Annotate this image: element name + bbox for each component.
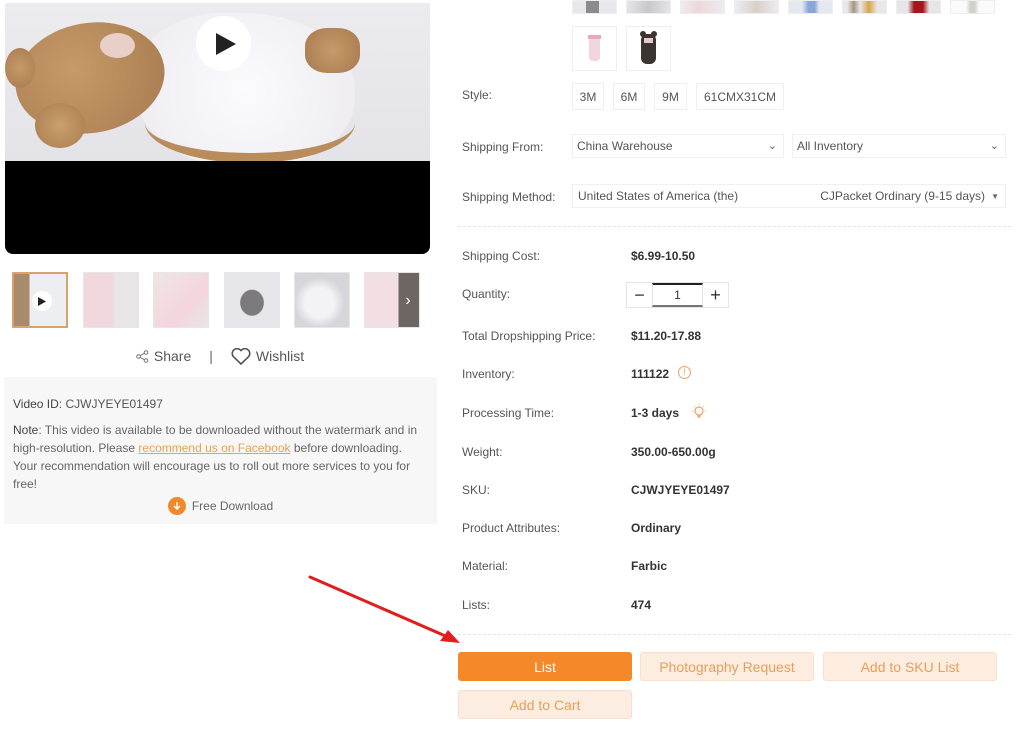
variant-option[interactable] <box>788 0 833 14</box>
caret-down-icon: ▼ <box>991 192 999 201</box>
style-option-9m[interactable]: 9M <box>654 83 687 110</box>
inventory-select-value: All Inventory <box>797 139 864 153</box>
lightbulb-icon[interactable] <box>691 403 707 420</box>
add-to-sku-list-button[interactable]: Add to SKU List <box>823 652 997 681</box>
chevron-right-icon[interactable]: › <box>401 291 415 311</box>
attributes-label: Product Attributes: <box>462 521 561 535</box>
warehouse-select[interactable]: China Warehouse ⌄ <box>572 134 784 158</box>
processing-time-label: Processing Time: <box>462 406 555 420</box>
wishlist-button[interactable]: Wishlist <box>231 347 305 365</box>
processing-time-value: 1-3 days <box>631 406 680 420</box>
product-image-sleeve <box>305 28 360 73</box>
variant-option[interactable] <box>626 0 671 14</box>
video-info-panel: Video ID: CJWJYEYE01497 Note: This video… <box>4 377 437 524</box>
divider <box>458 226 1011 227</box>
play-button[interactable] <box>196 16 251 71</box>
inventory-select[interactable]: All Inventory ⌄ <box>792 134 1006 158</box>
style-label: Style: <box>462 88 493 102</box>
free-download-label: Free Download <box>191 499 274 513</box>
thumbnail-image[interactable] <box>224 272 280 328</box>
product-image-bear-ear <box>35 103 85 148</box>
product-image-baby <box>100 33 135 58</box>
thumbnail-strip: › <box>12 272 420 328</box>
thumbnail-image[interactable]: › <box>364 272 420 328</box>
sku-label: SKU: <box>462 483 491 497</box>
free-download-button[interactable]: Free Download <box>4 497 437 515</box>
video-note: Note: This video is available to be down… <box>13 421 428 493</box>
shipping-method-value: CJPacket Ordinary (9-15 days) <box>820 189 985 203</box>
share-wishlist-row: Share | Wishlist <box>0 345 440 367</box>
weight-label: Weight: <box>462 445 503 459</box>
total-price-value: $11.20-17.88 <box>631 329 702 343</box>
shipping-method-select[interactable]: United States of America (the) CJPacket … <box>572 184 1006 208</box>
play-icon <box>215 32 236 55</box>
thumbnail-image[interactable] <box>83 272 139 328</box>
sku-value: CJWJYEYE01497 <box>631 483 730 497</box>
thumbnail-video[interactable] <box>12 272 68 328</box>
variant-option[interactable] <box>950 0 995 14</box>
quantity-increment-button[interactable]: + <box>703 283 728 307</box>
inventory-label: Inventory: <box>462 367 515 381</box>
variant-option-pink[interactable] <box>572 26 617 71</box>
heart-icon <box>231 347 251 365</box>
video-id: Video ID: CJWJYEYE01497 <box>13 395 428 413</box>
video-id-value: CJWJYEYE01497 <box>65 397 163 411</box>
variant-option[interactable] <box>734 0 779 14</box>
share-label: Share <box>153 348 192 364</box>
chevron-down-icon: ⌄ <box>767 140 777 152</box>
chevron-down-icon: ⌄ <box>989 140 999 152</box>
product-image-bear-ear <box>5 48 35 88</box>
product-image-trim <box>145 83 355 161</box>
variant-option[interactable] <box>842 0 887 14</box>
share-separator: | <box>209 348 213 364</box>
video-player[interactable] <box>5 3 430 254</box>
style-option-61cmx31cm[interactable]: 61CMX31CM <box>696 83 784 110</box>
quantity-input[interactable] <box>652 283 703 307</box>
shipping-cost-label: Shipping Cost: <box>462 249 541 263</box>
shipping-cost-value: $6.99-10.50 <box>631 249 696 263</box>
note-label: Note <box>13 423 39 437</box>
photography-request-button[interactable]: Photography Request <box>640 652 814 681</box>
thumbnail-image[interactable] <box>294 272 350 328</box>
share-icon <box>136 349 149 363</box>
variant-option[interactable] <box>896 0 941 14</box>
video-id-label: Video ID: <box>13 397 63 411</box>
shipping-from-label: Shipping From: <box>462 140 544 154</box>
wishlist-label: Wishlist <box>255 348 305 364</box>
weight-value: 350.00-650.00g <box>631 445 716 459</box>
quantity-stepper: − + <box>626 282 729 308</box>
quantity-label: Quantity: <box>462 287 511 301</box>
warehouse-select-value: China Warehouse <box>577 139 673 153</box>
attributes-value: Ordinary <box>631 521 682 535</box>
shipping-method-label: Shipping Method: <box>462 190 556 204</box>
annotation-arrow <box>308 575 460 643</box>
thumbnail-image[interactable] <box>153 272 209 328</box>
style-option-6m[interactable]: 6M <box>613 83 645 110</box>
play-icon <box>32 291 52 311</box>
variant-option-brown[interactable] <box>626 26 671 71</box>
variant-option[interactable] <box>680 0 725 14</box>
recommend-facebook-link[interactable]: recommend us on Facebook <box>138 441 290 455</box>
shipping-country: United States of America (the) <box>578 189 739 203</box>
share-button[interactable]: Share <box>136 348 191 364</box>
info-icon[interactable]: ! <box>678 366 691 379</box>
variant-option[interactable] <box>572 0 617 14</box>
list-button[interactable]: List <box>458 652 632 681</box>
inventory-value: 111122 <box>631 367 670 381</box>
quantity-decrement-button[interactable]: − <box>627 283 652 307</box>
add-to-cart-button[interactable]: Add to Cart <box>458 690 632 719</box>
style-option-3m[interactable]: 3M <box>572 83 604 110</box>
material-value: Farbic <box>631 559 668 573</box>
divider <box>458 634 1011 635</box>
lists-value: 474 <box>631 598 652 612</box>
total-price-label: Total Dropshipping Price: <box>462 329 596 343</box>
download-icon <box>167 497 186 515</box>
